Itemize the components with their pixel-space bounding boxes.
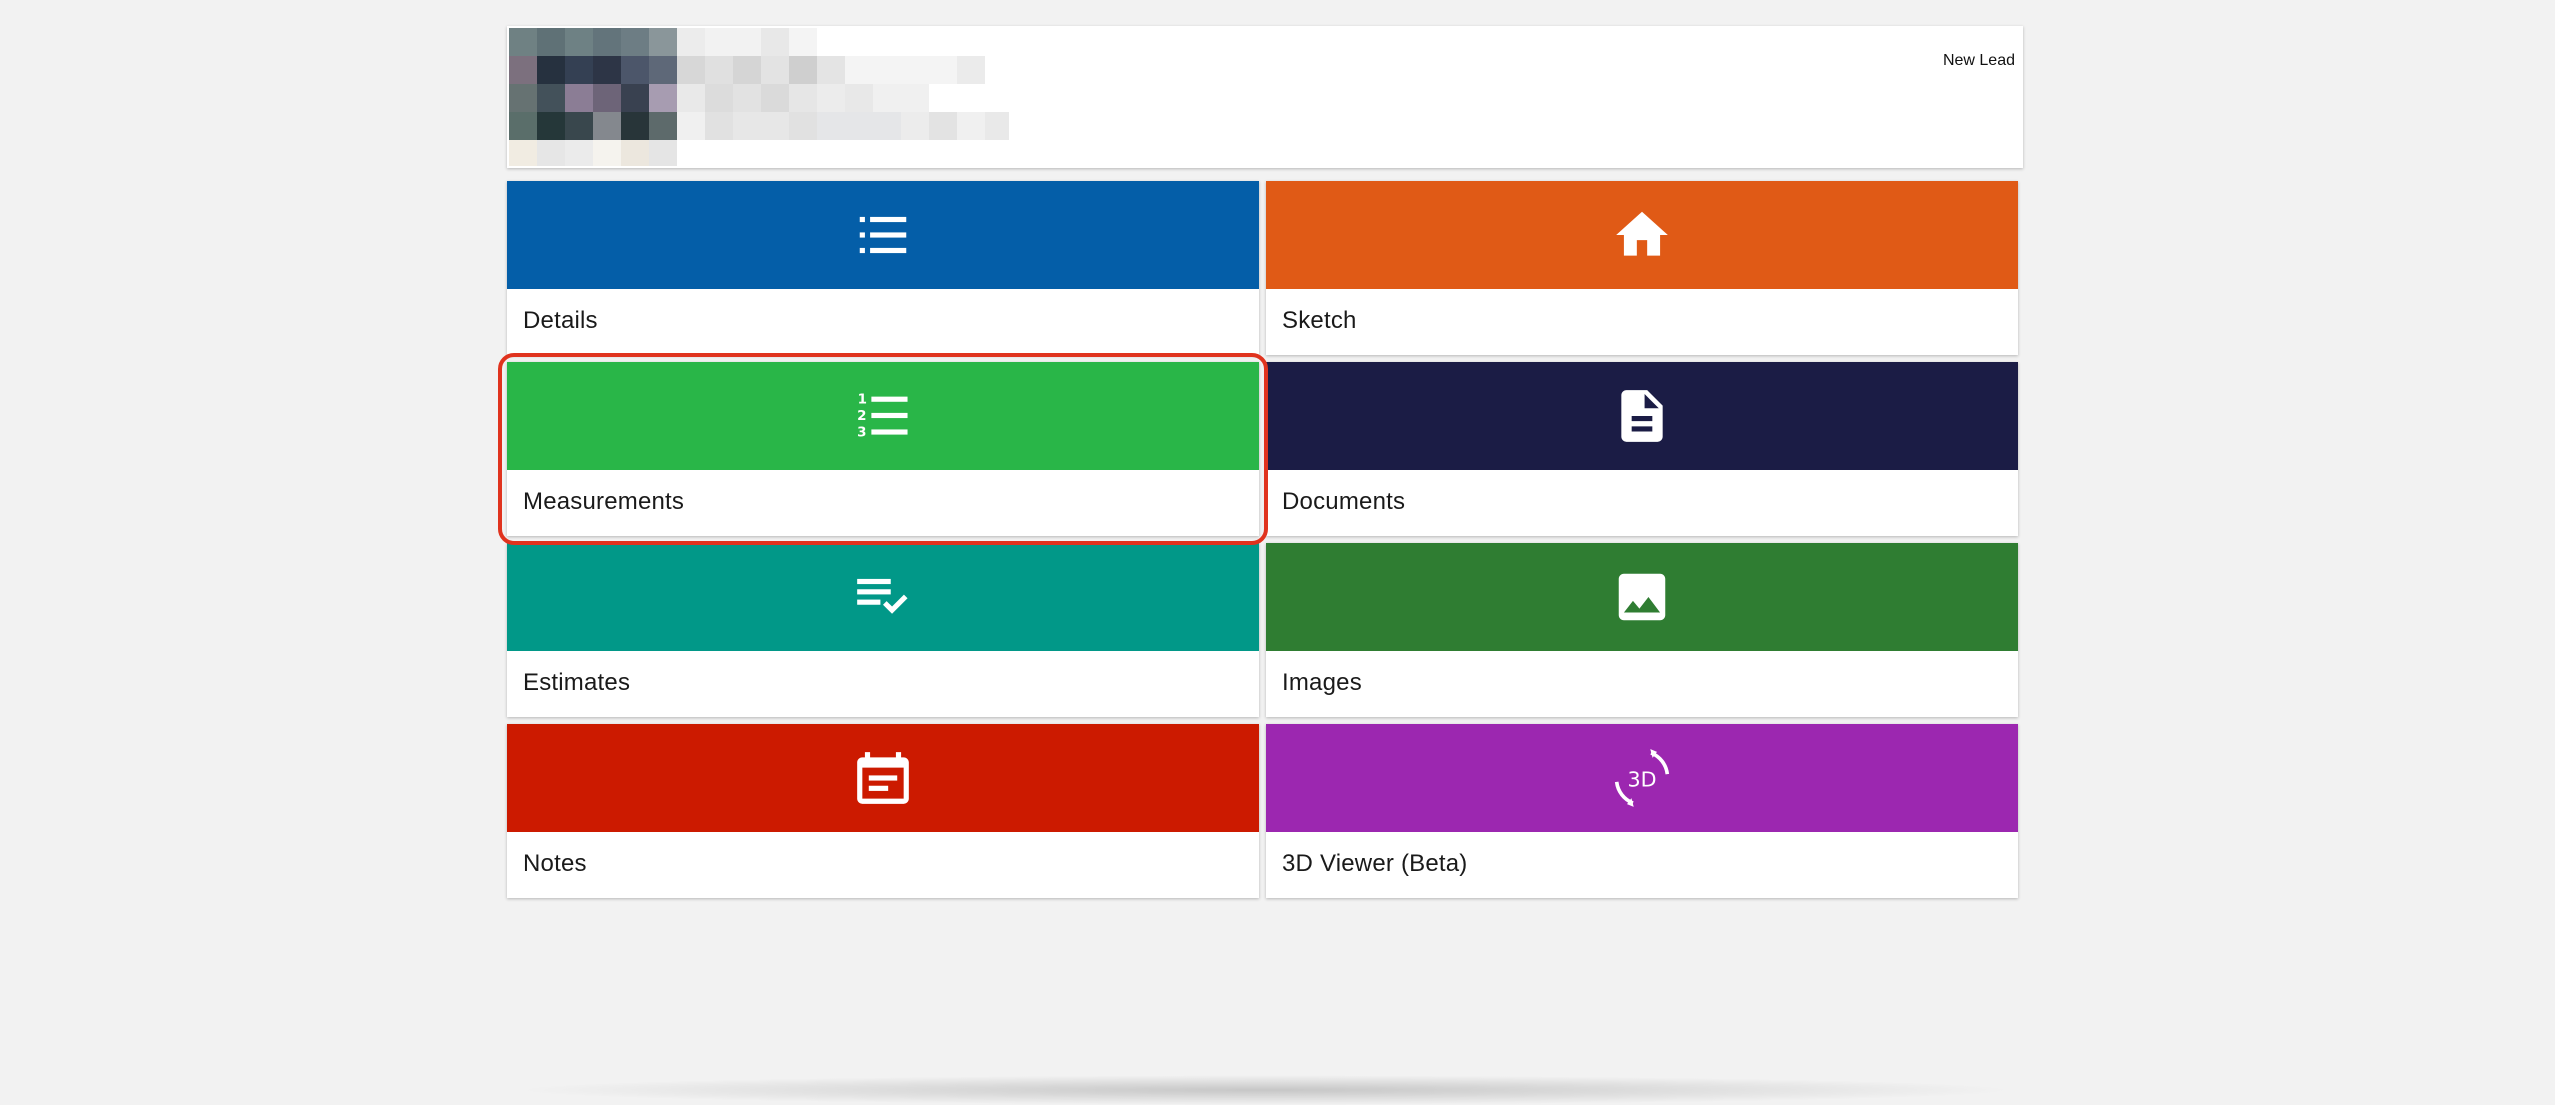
sketch-tile-banner bbox=[1266, 181, 2018, 289]
numbered-list-icon: 1 2 3 bbox=[857, 393, 908, 441]
3d-rotation-icon: 3D bbox=[1614, 749, 1670, 807]
svg-text:1: 1 bbox=[858, 393, 867, 408]
sketch-tile[interactable]: Sketch bbox=[1266, 181, 2018, 355]
notes-tile[interactable]: Notes bbox=[507, 724, 1259, 898]
sketch-tile-label: Sketch bbox=[1282, 307, 1357, 334]
list-icon bbox=[859, 216, 907, 254]
3d-viewer-tile-banner: 3D bbox=[1266, 724, 2018, 832]
svg-text:3: 3 bbox=[857, 426, 866, 441]
checklist-icon bbox=[857, 578, 908, 614]
estimates-tile-label: Estimates bbox=[523, 669, 631, 696]
estimates-tile[interactable]: Estimates bbox=[507, 543, 1259, 717]
documents-tile-label: Documents bbox=[1282, 488, 1406, 515]
lead-dashboard: New Lead Details Sketch 1 2 3 Measuremen… bbox=[498, 26, 2023, 898]
images-tile-label: Images bbox=[1282, 669, 1362, 696]
3d-viewer-tile[interactable]: 3D 3D Viewer (Beta) bbox=[1266, 724, 2018, 898]
image-icon bbox=[1618, 573, 1666, 621]
notes-tile-label: Notes bbox=[523, 850, 587, 877]
details-tile-label: Details bbox=[523, 307, 598, 334]
images-tile[interactable]: Images bbox=[1266, 543, 2018, 717]
measurements-tile[interactable]: 1 2 3 Measurements bbox=[507, 362, 1259, 536]
company-logo-redacted bbox=[509, 28, 1009, 166]
calendar-note-icon bbox=[857, 752, 909, 804]
documents-tile-banner bbox=[1266, 362, 2018, 470]
3d-icon-text: 3D bbox=[1627, 767, 1656, 791]
details-tile[interactable]: Details bbox=[507, 181, 1259, 355]
images-tile-banner bbox=[1266, 543, 2018, 651]
lead-header: New Lead bbox=[507, 26, 2023, 168]
home-icon bbox=[1616, 211, 1668, 256]
details-tile-banner bbox=[507, 181, 1259, 289]
3d-viewer-tile-label: 3D Viewer (Beta) bbox=[1282, 850, 1468, 877]
notes-tile-banner bbox=[507, 724, 1259, 832]
bottom-shadow bbox=[510, 1075, 2020, 1105]
estimates-tile-banner bbox=[507, 543, 1259, 651]
document-icon bbox=[1621, 390, 1663, 442]
svg-text:2: 2 bbox=[857, 409, 866, 424]
measurements-tile-label: Measurements bbox=[523, 488, 685, 515]
documents-tile[interactable]: Documents bbox=[1266, 362, 2018, 536]
lead-status-label: New Lead bbox=[1942, 52, 2015, 69]
measurements-tile-banner: 1 2 3 bbox=[507, 362, 1259, 470]
